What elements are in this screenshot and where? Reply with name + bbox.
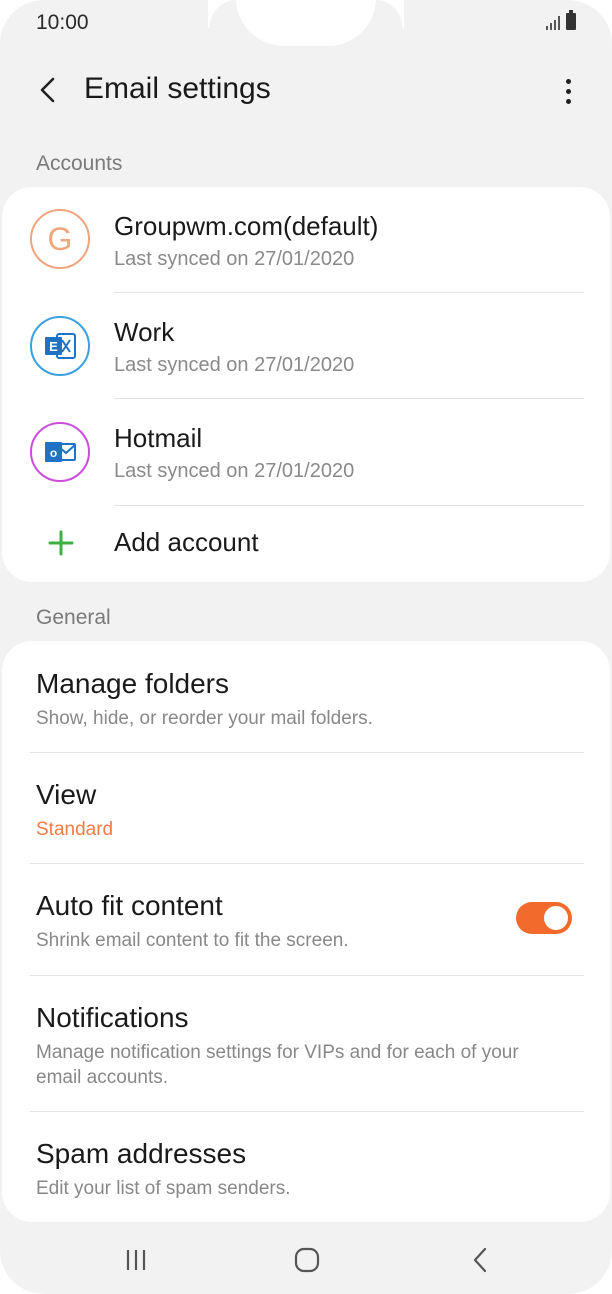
setting-title: Spam addresses [36, 1138, 247, 1169]
setting-auto-fit-content[interactable]: Auto fit content Shrink email content to… [2, 864, 610, 975]
more-vert-icon[interactable] [558, 72, 578, 110]
signal-icon [546, 14, 560, 30]
setting-subtitle: Show, hide, or reorder your mail folders… [36, 708, 373, 729]
battery-icon [566, 10, 576, 30]
setting-view[interactable]: View Standard [2, 753, 610, 863]
accounts-card: G Groupwm.com(default) Last synced on 27… [2, 187, 610, 582]
status-time: 10:00 [36, 11, 89, 34]
auto-fit-toggle[interactable] [516, 902, 572, 934]
add-account-button[interactable]: Add account [2, 506, 610, 582]
setting-subtitle: Edit your list of spam senders. [36, 1178, 291, 1199]
setting-title: View [36, 779, 97, 810]
setting-title: Auto fit content [36, 890, 223, 921]
add-icon [48, 530, 74, 556]
general-card: Manage folders Show, hide, or reorder yo… [2, 641, 610, 1222]
svg-text:E: E [49, 339, 58, 354]
setting-subtitle: Manage notification settings for VIPs an… [36, 1042, 519, 1088]
setting-subtitle: Shrink email content to fit the screen. [36, 930, 349, 951]
back-arrow-icon[interactable] [28, 68, 68, 112]
nav-back-icon[interactable] [462, 1242, 498, 1278]
setting-manage-folders[interactable]: Manage folders Show, hide, or reorder yo… [2, 641, 610, 752]
general-header: General [36, 606, 111, 629]
recents-icon[interactable] [118, 1242, 154, 1278]
setting-title: Notifications [36, 1002, 189, 1033]
status-bar: 10:00 [0, 0, 612, 46]
setting-value: Standard [36, 819, 114, 840]
account-item-work[interactable]: E Work Last synced on 27/01/2020 [2, 293, 610, 399]
account-item-hotmail[interactable]: o Hotmail Last synced on 27/01/2020 [2, 399, 610, 505]
status-icons [546, 10, 576, 30]
add-account-label: Add account [114, 527, 259, 557]
account-sync-status: Last synced on 27/01/2020 [114, 354, 355, 376]
svg-text:o: o [50, 446, 57, 460]
setting-title: Manage folders [36, 668, 230, 699]
setting-notifications[interactable]: Notifications Manage notification settin… [2, 976, 610, 1111]
account-name: Groupwm.com(default) [114, 211, 379, 241]
exchange-icon: E [30, 316, 90, 376]
toggle-knob [542, 904, 570, 932]
accounts-header: Accounts [36, 152, 123, 175]
account-name: Work [114, 317, 175, 347]
outlook-icon: o [30, 422, 90, 482]
setting-spam-addresses[interactable]: Spam addresses Edit your list of spam se… [2, 1112, 610, 1222]
navigation-bar [0, 1232, 612, 1288]
home-icon[interactable] [288, 1242, 326, 1278]
page-title: Email settings [84, 72, 271, 105]
account-sync-status: Last synced on 27/01/2020 [114, 248, 355, 270]
account-item-groupwm[interactable]: G Groupwm.com(default) Last synced on 27… [2, 187, 610, 293]
google-letter-icon: G [30, 209, 90, 269]
app-bar: Email settings [0, 64, 612, 116]
account-name: Hotmail [114, 423, 203, 453]
phone-screen: 10:00 Email settings Accounts G Groupwm.… [0, 0, 612, 1294]
account-sync-status: Last synced on 27/01/2020 [114, 460, 355, 482]
